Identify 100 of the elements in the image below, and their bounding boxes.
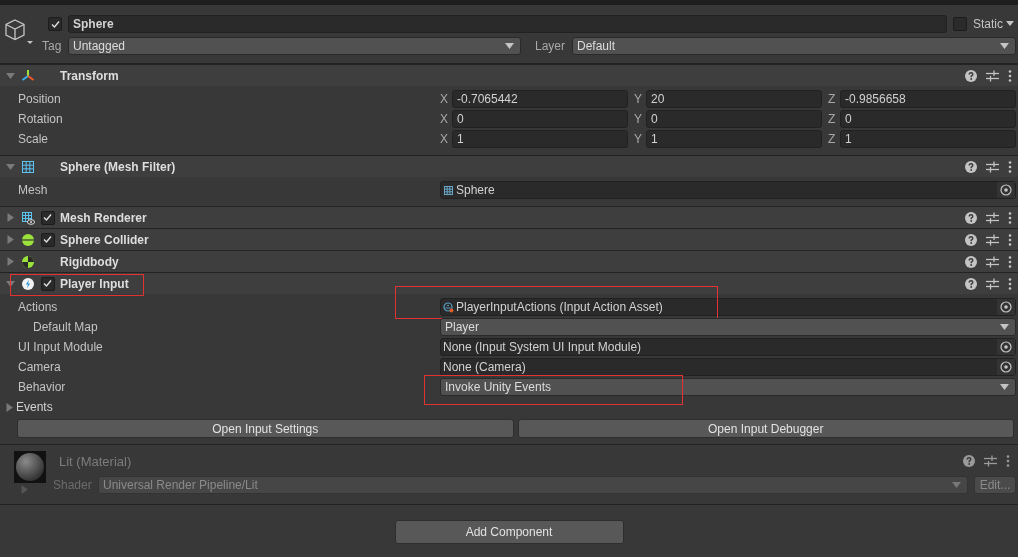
property-label: Mesh: [17, 183, 49, 197]
tag-label: Tag: [42, 39, 63, 53]
settings-sliders-icon[interactable]: [986, 69, 999, 82]
help-icon[interactable]: [965, 211, 977, 224]
component-header[interactable]: Sphere (Mesh Filter): [0, 155, 1018, 177]
number-field[interactable]: 0: [452, 110, 628, 128]
material-sphere-icon: [14, 451, 46, 483]
help-icon[interactable]: [965, 255, 977, 268]
dropdown-caret-icon: [952, 481, 961, 488]
component-title: Transform: [60, 68, 120, 83]
component-title: Player Input: [60, 276, 130, 291]
material-title: Lit (Material): [59, 453, 132, 469]
component-header[interactable]: Rigidbody: [0, 250, 1018, 272]
number-field[interactable]: 1: [452, 130, 628, 148]
more-menu-icon[interactable]: [1008, 277, 1012, 290]
checkbox[interactable]: [40, 276, 55, 291]
layer-dropdown[interactable]: Default: [572, 37, 1016, 55]
component-header[interactable]: Mesh Renderer: [0, 206, 1018, 228]
number-field[interactable]: 0: [840, 110, 1016, 128]
settings-sliders-icon[interactable]: [986, 233, 999, 246]
number-field[interactable]: 0: [646, 110, 822, 128]
axis-label: X: [440, 132, 449, 146]
axis-label: Z: [828, 92, 837, 106]
lightning-icon: [21, 276, 35, 291]
foldout-arrow-icon[interactable]: [6, 257, 15, 266]
axis-label: Y: [634, 132, 643, 146]
grid-icon: [21, 159, 35, 174]
component-title: Mesh Renderer: [60, 210, 148, 225]
object-picker-icon[interactable]: [1000, 341, 1012, 353]
static-dropdown[interactable]: Static: [973, 17, 1014, 31]
axis-label: Y: [634, 92, 643, 106]
dropdown-caret-icon: [1000, 324, 1009, 330]
foldout-arrow-icon[interactable]: [6, 71, 15, 80]
sphere-collider-icon: [21, 232, 35, 247]
tag-dropdown[interactable]: Untagged: [68, 37, 521, 55]
number-field[interactable]: 1: [840, 130, 1016, 148]
object-picker-icon[interactable]: [1000, 301, 1012, 313]
component-header[interactable]: Player Input: [0, 272, 1018, 294]
asset-icon: [443, 301, 454, 313]
settings-sliders-icon[interactable]: [984, 455, 997, 467]
help-icon[interactable]: [965, 277, 977, 290]
foldout-arrow-icon[interactable]: [6, 235, 15, 244]
property-label: Default Map: [32, 320, 99, 334]
number-field[interactable]: -0.9856658: [840, 90, 1016, 108]
number-field[interactable]: 20: [646, 90, 822, 108]
settings-sliders-icon[interactable]: [986, 255, 999, 268]
checkbox[interactable]: [953, 17, 967, 31]
object-field[interactable]: Sphere: [440, 181, 1016, 199]
help-icon[interactable]: [965, 233, 977, 246]
number-field[interactable]: -0.7065442: [452, 90, 628, 108]
help-icon[interactable]: [965, 160, 977, 173]
object-field[interactable]: None (Camera): [440, 358, 1016, 376]
checkbox[interactable]: [40, 210, 55, 225]
more-menu-icon[interactable]: [1008, 255, 1012, 268]
object-picker-icon[interactable]: [1000, 184, 1012, 196]
property-label: Rotation: [17, 112, 64, 126]
component-title: Sphere Collider: [60, 232, 150, 247]
dropdown-field[interactable]: Player: [440, 318, 1016, 336]
more-menu-icon[interactable]: [1006, 455, 1010, 467]
object-field[interactable]: PlayerInputActions (Input Action Asset): [440, 298, 1016, 316]
grid-eye-icon: [21, 210, 35, 225]
axis-label: X: [440, 112, 449, 126]
object-picker-icon[interactable]: [1000, 361, 1012, 373]
component-header[interactable]: Transform: [0, 64, 1018, 86]
settings-sliders-icon[interactable]: [986, 160, 999, 173]
settings-sliders-icon[interactable]: [986, 277, 999, 290]
more-menu-icon[interactable]: [1008, 211, 1012, 224]
foldout-arrow-icon[interactable]: [6, 162, 15, 171]
checkbox[interactable]: [40, 232, 55, 247]
settings-sliders-icon[interactable]: [986, 211, 999, 224]
object-field[interactable]: None (Input System UI Input Module): [440, 338, 1016, 356]
help-icon[interactable]: [963, 455, 975, 467]
dropdown-caret-icon: [1006, 21, 1014, 27]
component-header[interactable]: Sphere Collider: [0, 228, 1018, 250]
axis-label: Z: [828, 132, 837, 146]
help-icon[interactable]: [965, 69, 977, 82]
axis-label: Y: [634, 112, 643, 126]
open-window-button[interactable]: Open Input Settings: [17, 419, 514, 438]
foldout-arrow-icon[interactable]: [6, 213, 15, 222]
checkbox[interactable]: [48, 17, 62, 31]
property-label: Position: [17, 92, 62, 106]
component-title: Rigidbody: [60, 254, 120, 269]
component-title: Sphere (Mesh Filter): [60, 159, 177, 174]
name-field[interactable]: Sphere: [68, 15, 947, 33]
axis-label: Z: [828, 112, 837, 126]
property-label: Camera: [17, 360, 62, 374]
number-field[interactable]: 1: [646, 130, 822, 148]
add-component-button[interactable]: Add Component: [394, 520, 624, 544]
property-label: Behavior: [17, 380, 67, 394]
foldout-arrow-icon[interactable]: [6, 279, 15, 288]
open-window-button[interactable]: Open Input Debugger: [517, 419, 1014, 438]
more-menu-icon[interactable]: [1008, 69, 1012, 82]
property-label: Scale: [17, 132, 50, 146]
layer-label: Layer: [535, 39, 567, 53]
foldout-arrow-icon[interactable]: [5, 402, 14, 412]
dropdown-field[interactable]: Invoke Unity Events: [440, 378, 1016, 396]
more-menu-icon[interactable]: [1008, 233, 1012, 246]
events-foldout-label[interactable]: Events: [16, 400, 53, 414]
more-menu-icon[interactable]: [1008, 160, 1012, 173]
rigidbody-icon: [21, 254, 35, 269]
